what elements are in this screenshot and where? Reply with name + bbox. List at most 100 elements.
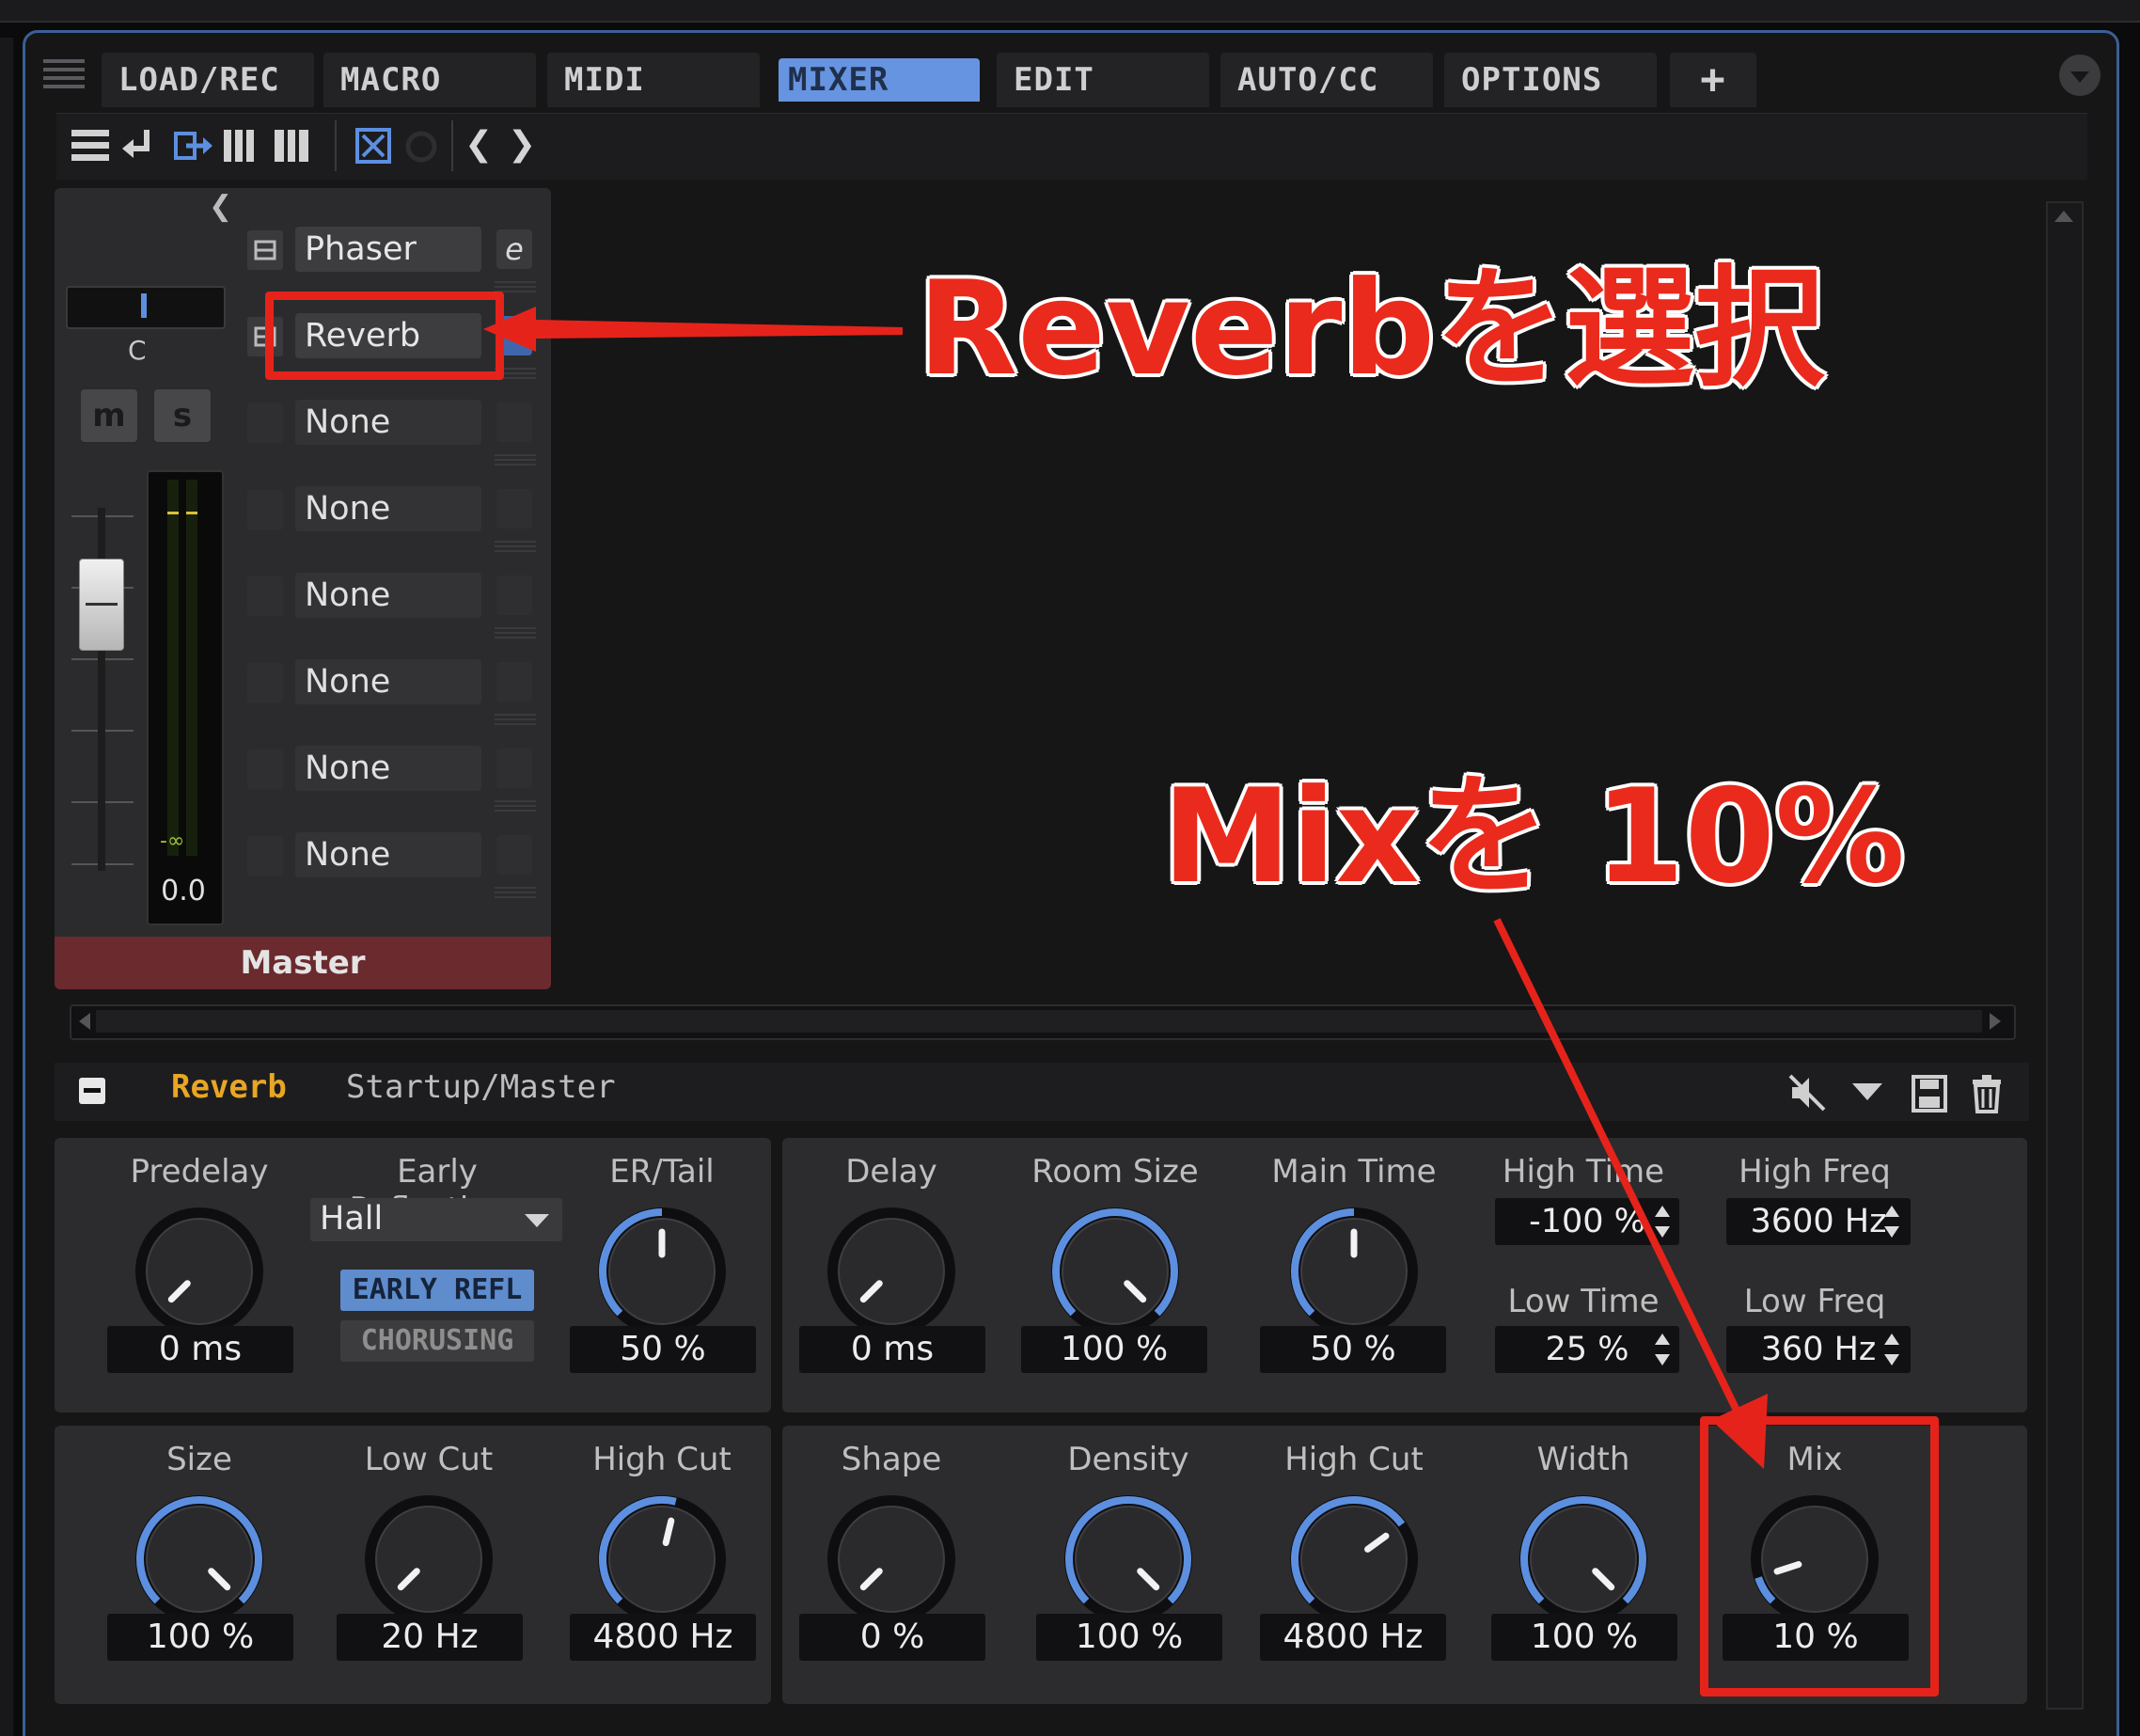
window-menu-button[interactable] xyxy=(2059,55,2101,96)
low-cut-knob[interactable] xyxy=(354,1484,504,1634)
insert-bypass-4[interactable] xyxy=(246,489,284,530)
mix-highlight-box xyxy=(1700,1416,1939,1697)
early-reflections-value: Hall xyxy=(320,1200,384,1238)
insert-edit-7[interactable]: e xyxy=(496,749,532,788)
predelay-value[interactable]: 0 ms xyxy=(107,1326,293,1373)
tab-options[interactable]: OPTIONS xyxy=(1444,53,1657,107)
delay-value[interactable]: 0 ms xyxy=(799,1326,985,1373)
high-cut-2-value[interactable]: 4800 Hz xyxy=(1260,1614,1446,1661)
tab-menu-icon[interactable] xyxy=(43,55,85,88)
return-icon[interactable] xyxy=(120,126,158,166)
insert-bypass-1[interactable] xyxy=(246,229,284,271)
shape-knob[interactable] xyxy=(816,1484,967,1634)
width-value[interactable]: 100 % xyxy=(1491,1614,1677,1661)
insert-edit-8[interactable]: e xyxy=(496,835,532,875)
main-time-value[interactable]: 50 % xyxy=(1260,1326,1446,1373)
insert-edit-6[interactable]: e xyxy=(496,662,532,702)
width-knob[interactable] xyxy=(1508,1484,1659,1634)
vertical-scrollbar[interactable] xyxy=(2046,201,2084,1710)
trash-icon[interactable] xyxy=(1969,1074,2005,1113)
main-time-knob[interactable] xyxy=(1279,1196,1429,1347)
pan-indicator xyxy=(141,293,147,318)
columns-alt-icon[interactable] xyxy=(273,126,312,166)
low-cut-value[interactable]: 20 Hz xyxy=(337,1614,523,1661)
preset-menu-icon[interactable] xyxy=(1850,1080,1884,1106)
insert-slot-7[interactable]: None xyxy=(295,746,481,791)
fx-collapse-button[interactable] xyxy=(79,1078,105,1104)
tab-mixer[interactable]: MIXER xyxy=(779,58,980,102)
insert-edit-5[interactable]: e xyxy=(496,576,532,615)
collapse-icon[interactable]: ❮ xyxy=(209,190,232,223)
shape-value[interactable]: 0 % xyxy=(799,1614,985,1661)
annotation-select-reverb: Reverbを選択 xyxy=(918,253,1825,404)
mute-button[interactable]: m xyxy=(79,387,139,444)
high-cut-value[interactable]: 4800 Hz xyxy=(570,1614,756,1661)
list-icon[interactable] xyxy=(70,128,111,164)
room-size-knob[interactable] xyxy=(1040,1196,1190,1347)
spinner-icon[interactable] xyxy=(1880,1200,1903,1243)
insert-slot-3[interactable]: None xyxy=(295,400,481,445)
insert-edit-3[interactable]: e xyxy=(496,402,532,442)
size-value[interactable]: 100 % xyxy=(107,1614,293,1661)
insert-bypass-7[interactable] xyxy=(246,749,284,790)
insert-grip-3[interactable] xyxy=(495,451,536,466)
knob-body xyxy=(1062,1218,1169,1325)
high-cut-label: High Cut xyxy=(592,1441,732,1478)
density-value[interactable]: 100 % xyxy=(1036,1614,1222,1661)
insert-bypass-6[interactable] xyxy=(246,662,284,703)
next-icon[interactable]: ❯ xyxy=(508,126,536,164)
high-cut-2-knob[interactable] xyxy=(1279,1484,1429,1634)
early-reflections-dropdown[interactable]: Hall xyxy=(310,1198,562,1241)
link-icon[interactable] xyxy=(354,126,393,166)
scroll-up-icon[interactable] xyxy=(2052,207,2076,226)
insert-edit-1[interactable]: e xyxy=(496,229,532,269)
insert-grip-8[interactable] xyxy=(495,884,536,899)
tab-macro[interactable]: MACRO xyxy=(323,53,536,107)
annotation-arrow-reverb xyxy=(483,307,903,352)
insert-edit-4[interactable]: e xyxy=(496,489,532,529)
save-icon[interactable] xyxy=(1911,1074,1948,1113)
scroll-left-icon[interactable] xyxy=(75,1010,94,1033)
tab-midi[interactable]: MIDI xyxy=(547,53,760,107)
er-tail-label: ER/Tail xyxy=(609,1153,715,1191)
prev-icon[interactable]: ❮ xyxy=(464,126,493,164)
insert-grip-5[interactable] xyxy=(495,624,536,639)
er-tail-value[interactable]: 50 % xyxy=(570,1326,756,1373)
channel-name: Master xyxy=(55,937,551,989)
insert-slot-4[interactable]: None xyxy=(295,486,481,531)
early-refl-toggle[interactable]: EARLY REFL xyxy=(340,1270,534,1311)
low-cut-label: Low Cut xyxy=(364,1441,494,1478)
insert-grip-4[interactable] xyxy=(495,538,536,553)
insert-bypass-5[interactable] xyxy=(246,576,284,617)
export-icon[interactable] xyxy=(173,128,214,164)
chorusing-toggle[interactable]: CHORUSING xyxy=(340,1320,534,1362)
tab-load-rec[interactable]: LOAD/REC xyxy=(102,53,314,107)
spinner-icon[interactable] xyxy=(1880,1328,1903,1371)
room-size-value[interactable]: 100 % xyxy=(1021,1326,1207,1373)
predelay-knob[interactable] xyxy=(124,1196,275,1347)
volume-fader-handle[interactable] xyxy=(79,559,124,651)
fx-preset-path[interactable]: Startup/Master xyxy=(346,1068,616,1106)
density-knob[interactable] xyxy=(1053,1484,1204,1634)
knob-body xyxy=(375,1506,482,1613)
delay-knob[interactable] xyxy=(816,1196,967,1347)
insert-slot-5[interactable]: None xyxy=(295,573,481,618)
scroll-right-icon[interactable] xyxy=(1986,1010,2005,1033)
insert-slot-1[interactable]: Phaser xyxy=(295,227,481,272)
high-cut-knob[interactable] xyxy=(587,1484,737,1634)
size-knob[interactable] xyxy=(124,1484,275,1634)
tab-edit[interactable]: EDIT xyxy=(997,53,1209,107)
insert-grip-7[interactable] xyxy=(495,797,536,813)
tab-auto-cc[interactable]: AUTO/CC xyxy=(1220,53,1433,107)
reset-icon[interactable] xyxy=(402,128,440,166)
delay-label: Delay xyxy=(845,1153,937,1191)
columns-icon[interactable] xyxy=(222,126,260,166)
solo-button[interactable]: s xyxy=(152,387,212,444)
insert-slot-8[interactable]: None xyxy=(295,832,481,877)
tab-add[interactable]: + xyxy=(1670,53,1756,107)
er-tail-knob[interactable] xyxy=(587,1196,737,1347)
insert-bypass-3[interactable] xyxy=(246,402,284,444)
insert-bypass-8[interactable] xyxy=(246,835,284,876)
insert-grip-6[interactable] xyxy=(495,711,536,726)
insert-slot-6[interactable]: None xyxy=(295,659,481,704)
